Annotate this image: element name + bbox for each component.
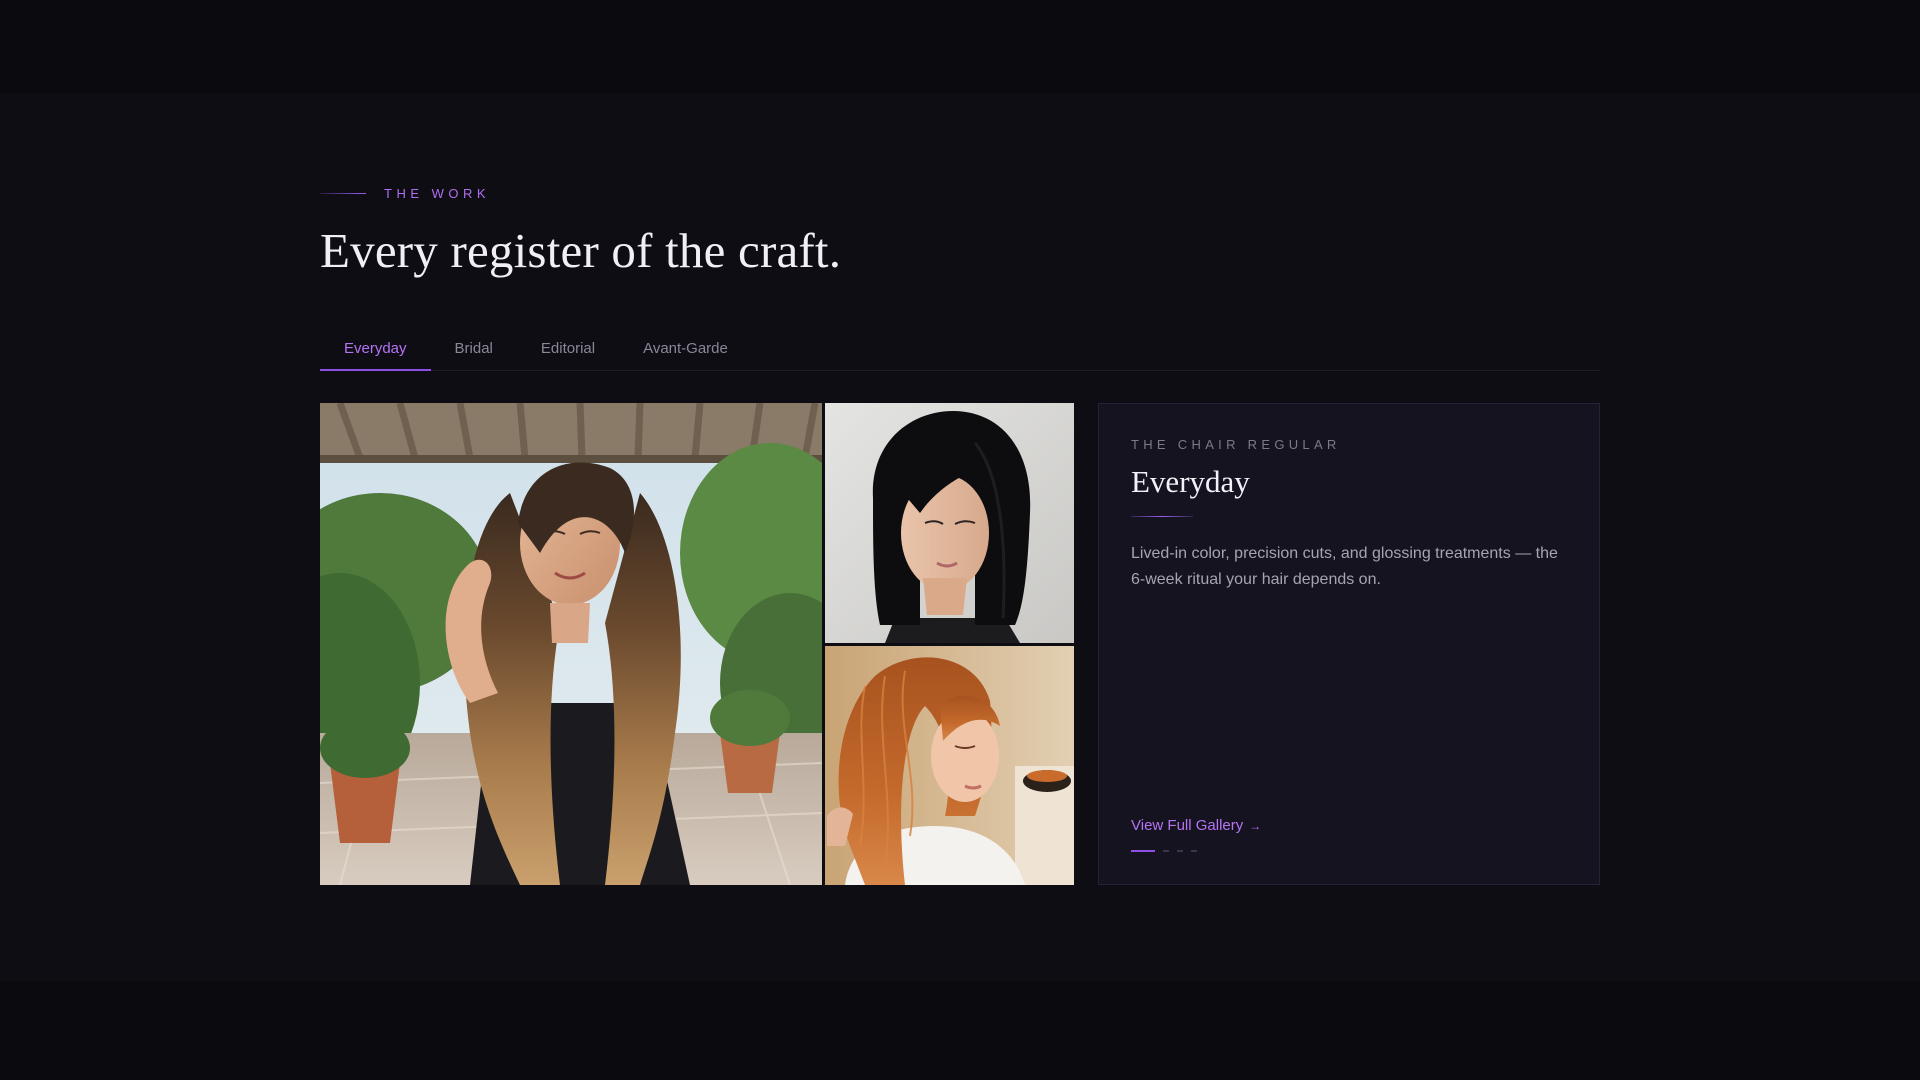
- eyebrow-line: [320, 193, 366, 194]
- section-eyebrow: THE WORK: [320, 186, 490, 201]
- section-heading: Every register of the craft.: [320, 223, 842, 278]
- card-description: Lived-in color, precision cuts, and glos…: [1131, 545, 1558, 588]
- black-bob-photo[interactable]: [825, 403, 1074, 643]
- carousel-dot-1[interactable]: [1131, 850, 1155, 852]
- bottom-band: [0, 981, 1920, 1080]
- card-title: Everyday: [1131, 464, 1250, 499]
- carousel-dot-3[interactable]: [1177, 850, 1183, 852]
- top-band: [0, 0, 1920, 93]
- copper-waves-photo[interactable]: [825, 646, 1074, 885]
- eyebrow-text: THE WORK: [384, 186, 491, 201]
- view-full-gallery-link[interactable]: View Full Gallery →: [1131, 817, 1261, 834]
- carousel-dot-4[interactable]: [1191, 850, 1197, 852]
- category-tabs: Everyday Bridal Editorial Avant-Garde: [320, 326, 1600, 371]
- arrow-right-icon: →: [1249, 818, 1262, 833]
- photo-gallery: [320, 403, 1074, 885]
- tab-avant-garde[interactable]: Avant-Garde: [619, 326, 752, 370]
- tab-everyday[interactable]: Everyday: [320, 326, 431, 371]
- category-card: THE CHAIR REGULAR Everyday Lived-in colo…: [1098, 403, 1600, 885]
- tab-editorial[interactable]: Editorial: [517, 326, 619, 370]
- long-balayage-waves-photo[interactable]: [320, 403, 822, 885]
- carousel-dots: [1131, 850, 1197, 852]
- view-full-gallery-label: View Full Gallery: [1131, 817, 1244, 834]
- tab-bridal[interactable]: Bridal: [431, 326, 517, 370]
- carousel-dot-2[interactable]: [1163, 850, 1169, 852]
- card-eyebrow: THE CHAIR REGULAR: [1131, 437, 1341, 452]
- card-divider: [1131, 516, 1193, 517]
